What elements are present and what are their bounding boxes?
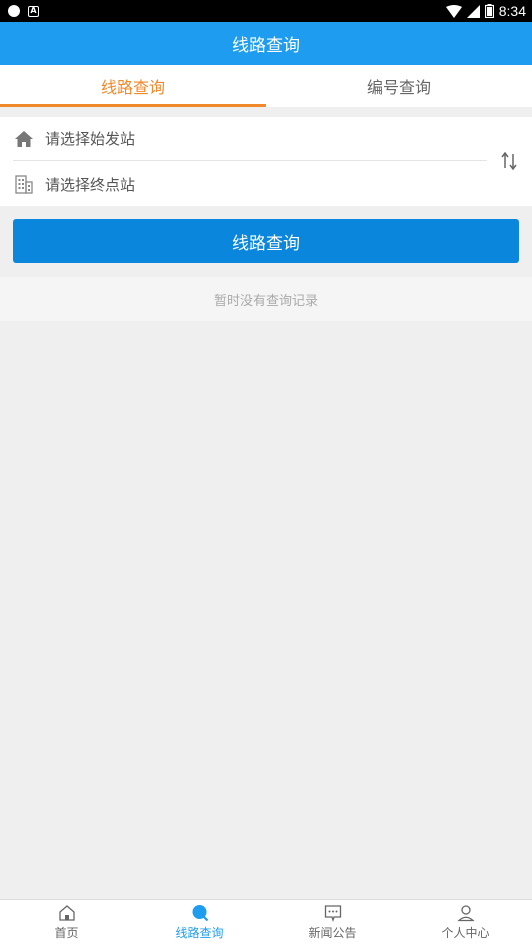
end-station-field[interactable]: 请选择终点站 xyxy=(13,162,487,206)
tab-number-query[interactable]: 编号查询 xyxy=(266,65,532,107)
wifi-icon xyxy=(445,4,462,18)
route-query-button[interactable]: 线路查询 xyxy=(13,219,519,263)
tab-label: 线路查询 xyxy=(100,78,165,97)
query-history: 暂时没有查询记录 xyxy=(0,277,532,321)
status-time: 8:34 xyxy=(498,3,526,19)
app-bar: 线路查询 xyxy=(0,22,532,65)
query-tabs: 线路查询 编号查询 xyxy=(0,65,532,107)
history-empty-text: 暂时没有查询记录 xyxy=(213,293,318,309)
nav-item-news[interactable]: 新闻公告 xyxy=(266,900,399,944)
tab-route-query[interactable]: 线路查询 xyxy=(0,65,266,107)
battery-icon xyxy=(484,4,494,18)
home-icon xyxy=(13,128,35,150)
route-query-button-label: 线路查询 xyxy=(232,233,300,254)
status-right: 8:34 xyxy=(445,3,526,19)
station-selector: 请选择始发站 请选择终点站 xyxy=(0,117,532,206)
user-icon xyxy=(456,903,476,923)
nav-label: 线路查询 xyxy=(175,926,224,940)
nav-label: 新闻公告 xyxy=(308,926,357,940)
page-title: 线路查询 xyxy=(232,36,300,56)
tab-label: 编号查询 xyxy=(366,78,431,97)
start-station-field[interactable]: 请选择始发站 xyxy=(13,117,487,161)
bottom-nav: 首页 线路查询 新闻公告 个人中心 xyxy=(0,899,532,944)
swap-stations-button[interactable] xyxy=(498,149,520,173)
end-station-placeholder: 请选择终点站 xyxy=(45,175,136,194)
start-station-placeholder: 请选择始发站 xyxy=(45,130,136,148)
status-left: A xyxy=(8,5,39,17)
message-icon xyxy=(323,903,343,923)
status-bar: A 8:34 xyxy=(0,0,532,22)
nav-item-route-query[interactable]: 线路查询 xyxy=(133,900,266,944)
home-icon xyxy=(57,903,77,923)
nav-item-home[interactable]: 首页 xyxy=(0,900,133,944)
notification-dot-icon xyxy=(8,5,20,17)
nav-label: 首页 xyxy=(54,926,79,940)
building-icon xyxy=(13,173,35,195)
nav-label: 个人中心 xyxy=(441,926,490,940)
search-icon xyxy=(190,903,210,923)
swap-icon xyxy=(501,151,517,171)
notification-app-icon: A xyxy=(28,5,39,17)
signal-icon xyxy=(466,4,480,18)
nav-item-profile[interactable]: 个人中心 xyxy=(399,900,532,944)
